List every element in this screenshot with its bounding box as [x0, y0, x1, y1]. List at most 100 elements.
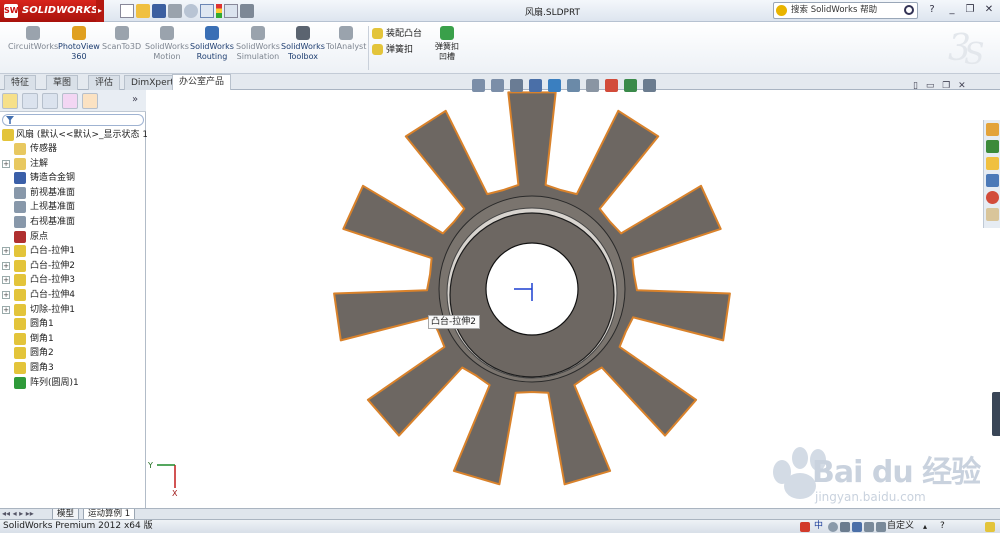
tab-2[interactable]: 评估 — [88, 75, 121, 90]
tree-item[interactable]: 原点 — [0, 230, 146, 244]
tree-item[interactable]: + 凸台-拉伸4 — [0, 288, 146, 302]
expand-icon[interactable]: + — [2, 247, 10, 256]
view-palette-icon[interactable] — [986, 174, 999, 187]
help-status-icon[interactable]: ? — [940, 520, 945, 533]
ime-moon-icon[interactable] — [828, 522, 838, 532]
dimxpert-manager-tab-icon[interactable] — [62, 93, 78, 109]
ime-keyboard-icon[interactable] — [852, 522, 862, 532]
view-orientation-icon[interactable] — [548, 79, 561, 92]
tree-item[interactable]: + 凸台-拉伸1 — [0, 244, 146, 258]
side-handle[interactable] — [992, 392, 1000, 436]
expand-icon[interactable]: + — [2, 159, 10, 168]
cmd-toolbox-button[interactable]: SolidWorks Toolbox — [281, 26, 325, 62]
watermark-url: jingyan.baidu.com — [815, 490, 926, 504]
expand-icon[interactable]: + — [2, 261, 10, 270]
view-settings-icon[interactable] — [643, 79, 656, 92]
task-pane — [983, 120, 1000, 228]
search-go-icon[interactable] — [904, 5, 914, 15]
cmd-motion-button[interactable]: SolidWorks Motion — [145, 26, 189, 62]
expand-icon[interactable]: + — [2, 291, 10, 299]
file-properties-icon[interactable] — [224, 4, 238, 18]
cmd-photoview-button[interactable]: PhotoView 360 — [58, 26, 100, 62]
tree-item[interactable]: 阵列(圆周)1 — [0, 376, 146, 390]
display-style-icon[interactable] — [567, 79, 580, 92]
tree-item[interactable]: + 注解 — [0, 157, 146, 171]
section-view-icon[interactable] — [529, 79, 542, 92]
apply-scene-icon[interactable] — [624, 79, 637, 92]
property-manager-tab-icon[interactable] — [22, 93, 38, 109]
tab-scroll-arrows-icon[interactable]: ◂◂ ◂ ▸ ▸▸ — [2, 509, 34, 518]
ime-s-icon[interactable] — [800, 522, 810, 532]
tree-item[interactable]: 传感器 — [0, 142, 146, 156]
viewport-minimize-icon[interactable]: ▭ — [926, 81, 935, 91]
custom-properties-icon[interactable] — [986, 208, 999, 221]
solidworks-logo[interactable]: SW SOLIDWORKS — [0, 0, 98, 22]
new-document-icon[interactable] — [120, 4, 134, 18]
cmd-tolanalyst-button[interactable]: TolAnalyst — [326, 26, 366, 52]
snap-hook-groove-button[interactable]: 弹簧扣 凹槽 — [428, 26, 466, 62]
snap-hook-button[interactable]: 弹簧扣 — [372, 42, 413, 55]
tree-filter-input[interactable] — [2, 114, 144, 126]
panel-expand-icon[interactable]: » — [132, 94, 138, 105]
tree-item[interactable]: 右视基准面 — [0, 215, 146, 229]
tree-item[interactable]: + 凸台-拉伸2 — [0, 259, 146, 273]
expand-icon[interactable]: + — [2, 276, 10, 285]
close-icon[interactable]: ✕ — [982, 3, 996, 17]
minimize-icon[interactable]: _ — [945, 3, 959, 17]
tab-1[interactable]: 草图 — [46, 75, 79, 90]
tree-item[interactable]: 上视基准面 — [0, 200, 146, 214]
restore-icon[interactable]: ❐ — [963, 3, 977, 17]
expand-icon[interactable]: + — [2, 305, 10, 314]
file-explorer-icon[interactable] — [986, 157, 999, 170]
cmd-simulation-button[interactable]: SolidWorks Simulation — [236, 26, 280, 62]
tree-root[interactable]: 风扇 (默认<<默认>_显示状态 1 — [0, 128, 148, 142]
hide-show-icon[interactable] — [586, 79, 599, 92]
home-icon[interactable] — [986, 123, 999, 136]
cmd-scanto3d-button[interactable]: ScanTo3D — [102, 26, 141, 52]
configuration-manager-tab-icon[interactable] — [42, 93, 58, 109]
print-icon[interactable] — [168, 4, 182, 18]
viewport-tile-icon[interactable]: ▯ — [913, 81, 918, 91]
display-manager-tab-icon[interactable] — [82, 93, 98, 109]
help-search-input[interactable]: 搜索 SolidWorks 帮助 — [773, 2, 918, 19]
undo-icon[interactable] — [184, 4, 198, 18]
options-icon[interactable] — [240, 4, 254, 18]
tree-item[interactable]: 圆角1 — [0, 317, 146, 331]
cmd-circuitworks-button[interactable]: CircuitWorks — [8, 26, 58, 52]
help-button[interactable]: ? — [925, 3, 939, 17]
appearances-icon[interactable] — [986, 191, 999, 204]
tab-0[interactable]: 特征 — [4, 75, 37, 90]
rebuild-traffic-light-icon[interactable] — [216, 4, 222, 18]
viewport-restore-icon[interactable]: ❐ — [942, 81, 950, 91]
ime-zh-icon[interactable]: 中 — [814, 520, 823, 533]
ime-settings-icon[interactable] — [876, 522, 886, 532]
ime-user-icon[interactable] — [864, 522, 874, 532]
open-folder-icon[interactable] — [136, 4, 150, 18]
cmd-routing-button[interactable]: SolidWorks Routing — [190, 26, 234, 62]
previous-view-icon[interactable] — [510, 79, 523, 92]
tree-item[interactable]: 圆角3 — [0, 361, 146, 375]
edit-appearance-icon[interactable] — [605, 79, 618, 92]
zoom-to-fit-icon[interactable] — [472, 79, 485, 92]
tree-item[interactable]: 前视基准面 — [0, 186, 146, 200]
tree-item[interactable]: 圆角2 — [0, 346, 146, 360]
notification-icon[interactable] — [985, 522, 995, 532]
units-selector[interactable]: 自定义 — [887, 520, 914, 533]
tree-item[interactable]: + 凸台-拉伸3 — [0, 273, 146, 287]
mount-boss-button[interactable]: 装配凸台 — [372, 26, 422, 39]
units-dropdown-icon[interactable]: ▴ — [923, 520, 927, 533]
tree-item[interactable]: 倒角1 — [0, 332, 146, 346]
design-library-icon[interactable] — [986, 140, 999, 153]
motion-icon — [159, 26, 174, 40]
ime-punct-icon[interactable] — [840, 522, 850, 532]
fillet-icon — [14, 318, 26, 331]
save-icon[interactable] — [152, 4, 166, 18]
menu-arrow-icon[interactable]: ▸ — [96, 0, 104, 22]
select-arrow-icon[interactable] — [200, 4, 214, 18]
feature-manager-tab-icon[interactable] — [2, 93, 18, 109]
tree-item[interactable]: + 切除-拉伸1 — [0, 303, 146, 317]
zoom-area-icon[interactable] — [491, 79, 504, 92]
viewport-close-icon[interactable]: ✕ — [958, 81, 966, 91]
tree-item[interactable]: 铸造合金钢 — [0, 171, 146, 185]
tab-4[interactable]: 办公室产品 — [172, 74, 232, 91]
